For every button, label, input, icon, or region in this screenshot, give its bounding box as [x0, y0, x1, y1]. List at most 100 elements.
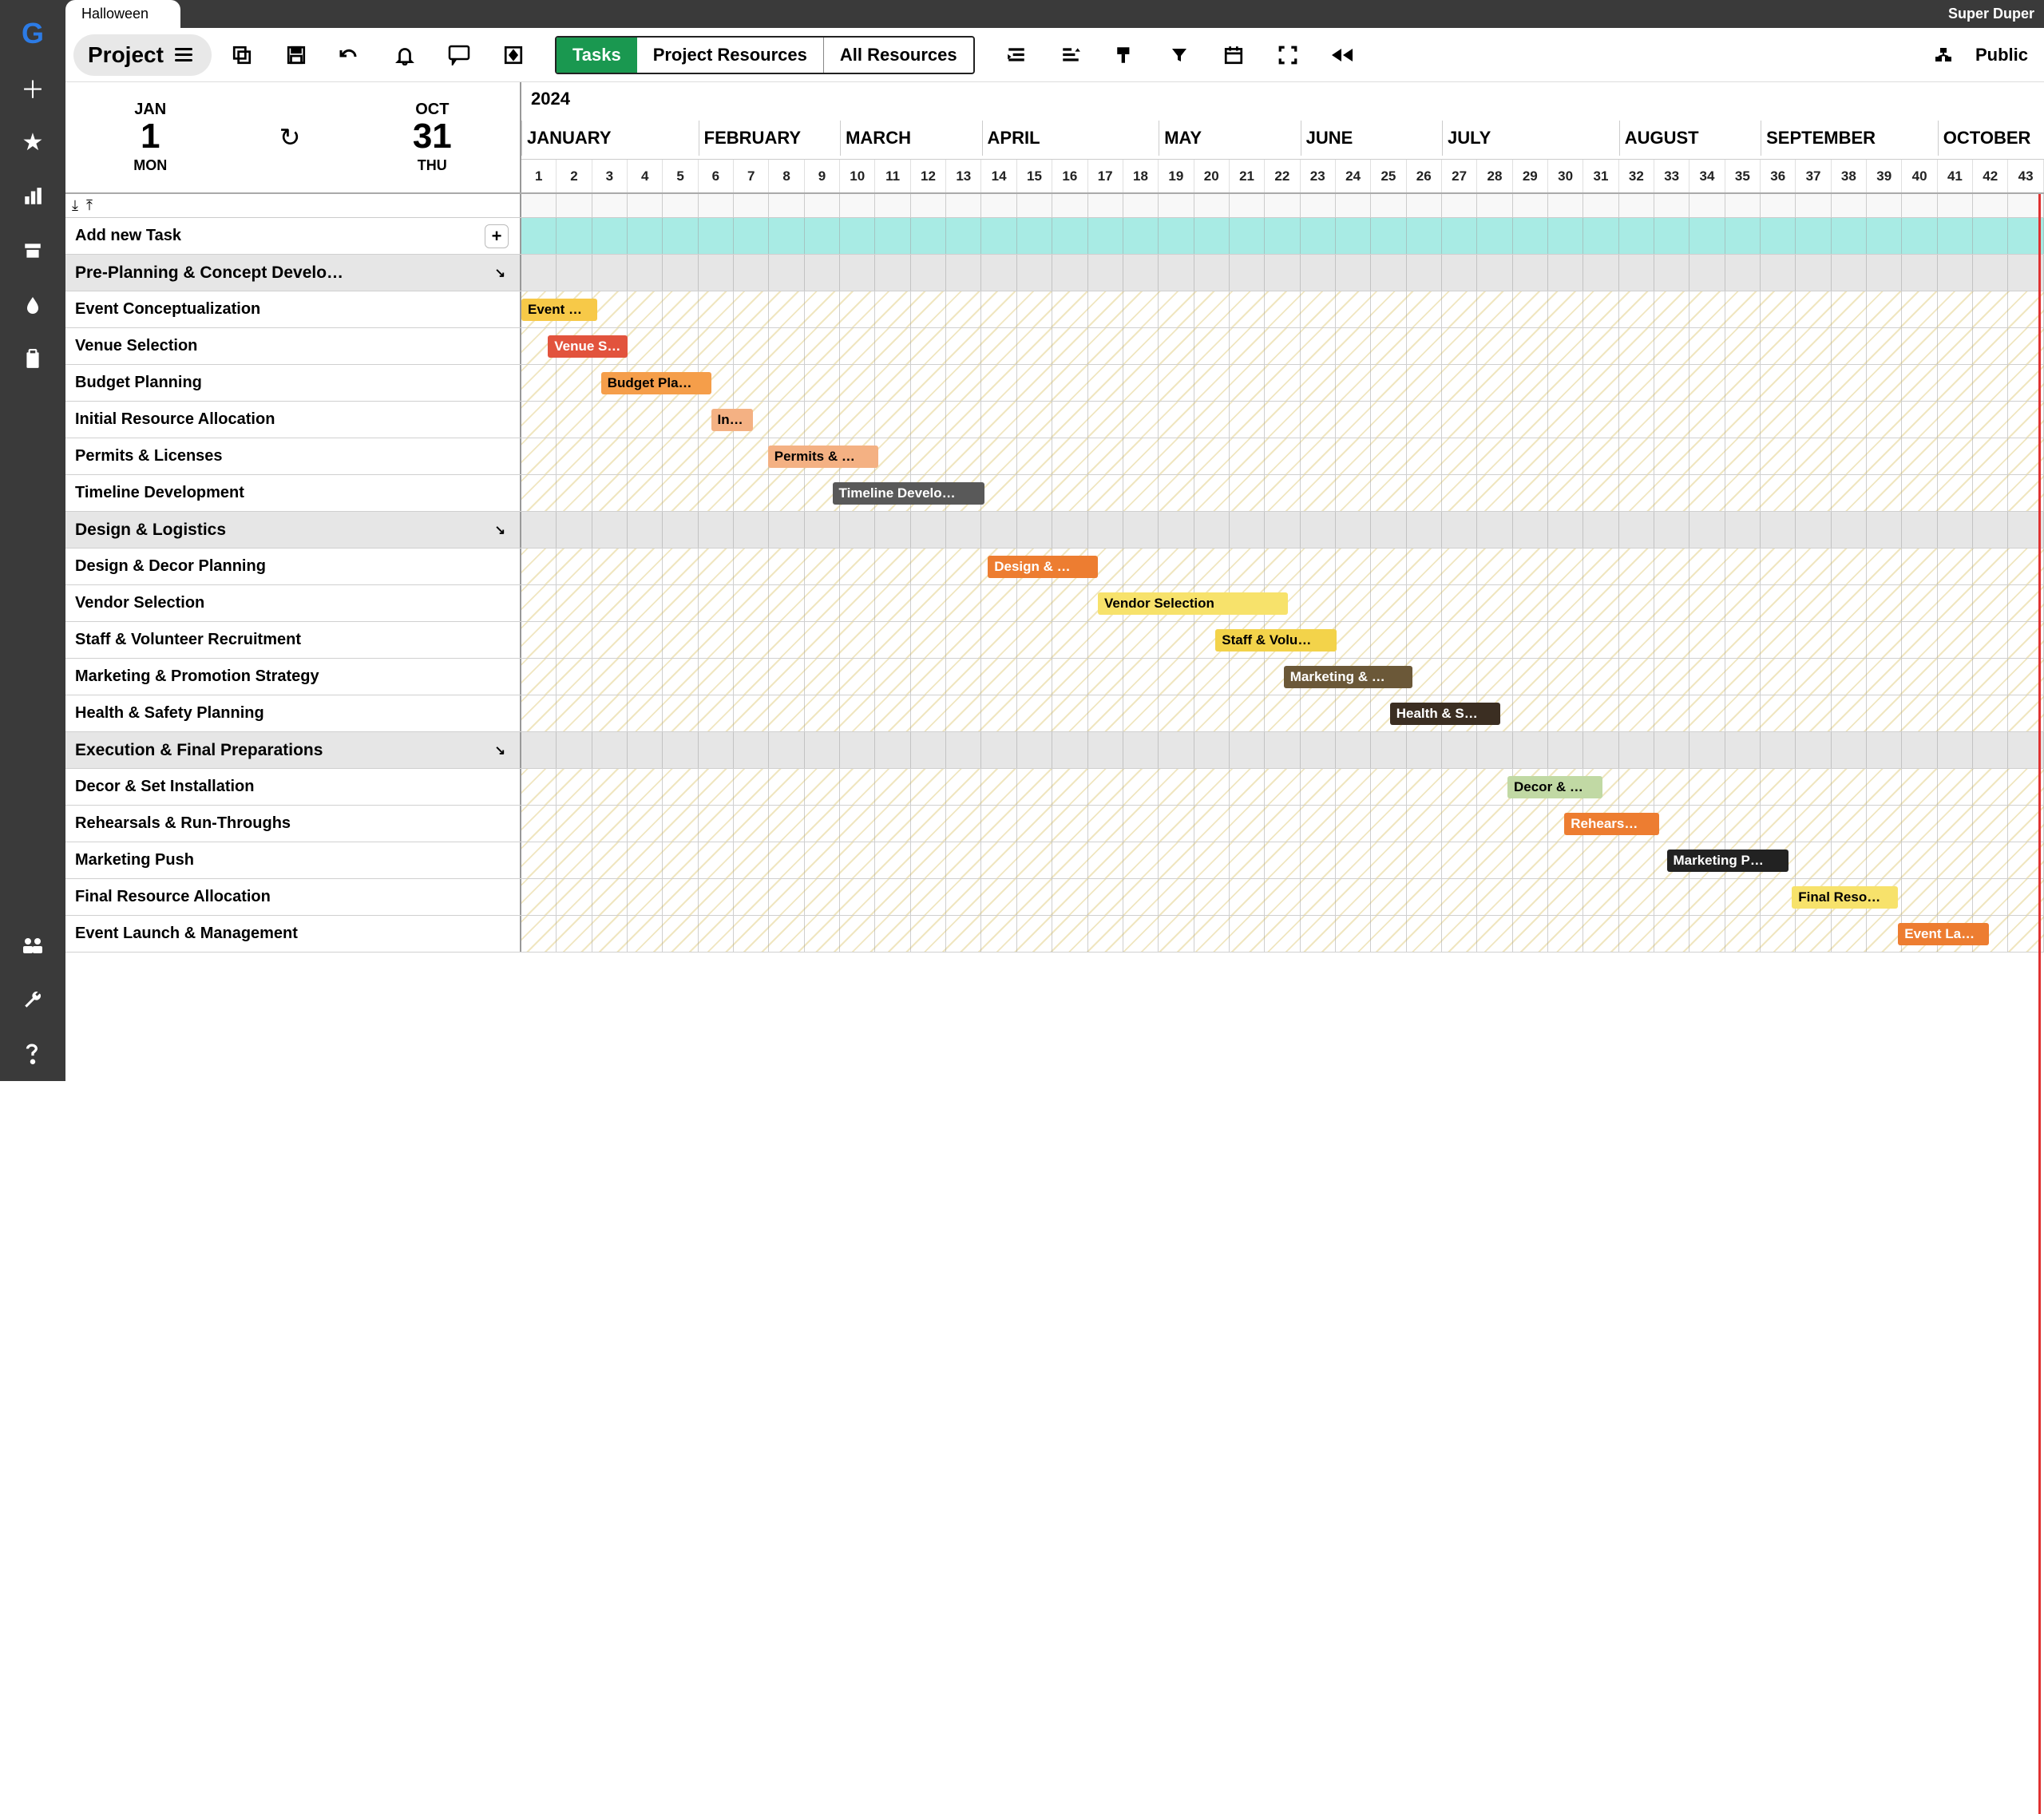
task-label[interactable]: Initial Resource Allocation: [65, 402, 521, 438]
task-bar[interactable]: Vendor Selection: [1098, 592, 1288, 615]
comment-icon[interactable]: [442, 38, 477, 73]
task-bar[interactable]: Health & S…: [1390, 703, 1500, 725]
task-bar[interactable]: Event La…: [1898, 923, 1989, 945]
task-label[interactable]: Design & Decor Planning: [65, 549, 521, 584]
task-bar[interactable]: Marketing P…: [1667, 850, 1788, 872]
rewind-icon[interactable]: [1325, 38, 1360, 73]
task-timeline[interactable]: Permits & …: [521, 438, 2044, 474]
task-label[interactable]: Vendor Selection: [65, 585, 521, 621]
task-timeline[interactable]: Marketing P…: [521, 842, 2044, 878]
task-label[interactable]: Venue Selection: [65, 328, 521, 364]
task-timeline[interactable]: Event La…: [521, 916, 2044, 952]
chart-icon[interactable]: [17, 180, 49, 212]
task-timeline[interactable]: In…: [521, 402, 2044, 438]
add-icon[interactable]: ＋: [17, 72, 49, 104]
task-bar[interactable]: Event …: [521, 299, 597, 321]
task-timeline[interactable]: [521, 512, 2044, 548]
group-label[interactable]: Pre-Planning & Concept Develo…↘: [65, 255, 521, 291]
task-timeline[interactable]: Vendor Selection: [521, 585, 2044, 621]
task-bar[interactable]: Final Reso…: [1792, 886, 1898, 909]
undo-icon[interactable]: [333, 38, 368, 73]
group-label[interactable]: Design & Logistics↘: [65, 512, 521, 548]
task-timeline[interactable]: Marketing & …: [521, 659, 2044, 695]
task-label[interactable]: Marketing Push: [65, 842, 521, 878]
task-bar[interactable]: Budget Pla…: [601, 372, 711, 394]
refresh-icon[interactable]: ↻: [279, 122, 301, 152]
star-icon[interactable]: ★: [17, 126, 49, 158]
timeline-header[interactable]: 2024 JANUARYFEBRUARYMARCHAPRILMAYJUNEJUL…: [521, 82, 2044, 192]
task-bar[interactable]: Staff & Volu…: [1215, 629, 1337, 652]
calendar-icon[interactable]: [1216, 38, 1251, 73]
task-bar[interactable]: Decor & …: [1507, 776, 1602, 798]
collapse-icon[interactable]: ↘: [495, 743, 505, 758]
share-icon[interactable]: [1926, 38, 1961, 73]
task-bar[interactable]: In…: [711, 409, 753, 431]
fullscreen-icon[interactable]: [1270, 38, 1305, 73]
filter-icon[interactable]: [1162, 38, 1197, 73]
task-timeline[interactable]: Design & …: [521, 549, 2044, 584]
task-timeline[interactable]: Final Reso…: [521, 879, 2044, 915]
people-icon[interactable]: [17, 929, 49, 961]
collapse-icon[interactable]: ↘: [495, 522, 505, 538]
task-bar[interactable]: Design & …: [988, 556, 1098, 578]
task-timeline[interactable]: Health & S…: [521, 695, 2044, 731]
tab-tasks[interactable]: Tasks: [557, 38, 637, 73]
account-name[interactable]: Super Duper: [1948, 6, 2034, 22]
public-label[interactable]: Public: [1975, 45, 2028, 65]
task-label[interactable]: Staff & Volunteer Recruitment: [65, 622, 521, 658]
bell-icon[interactable]: [387, 38, 422, 73]
task-timeline[interactable]: Timeline Develo…: [521, 475, 2044, 511]
tab-project-resources[interactable]: Project Resources: [637, 38, 823, 73]
indent-icon[interactable]: [999, 38, 1034, 73]
task-label[interactable]: Budget Planning: [65, 365, 521, 401]
task-label[interactable]: Health & Safety Planning: [65, 695, 521, 731]
task-timeline[interactable]: Staff & Volu…: [521, 622, 2044, 658]
task-label[interactable]: Event Launch & Management: [65, 916, 521, 952]
task-timeline[interactable]: [521, 218, 2044, 254]
wrench-icon[interactable]: [17, 984, 49, 1016]
expand-all-icon[interactable]: ⤓: [72, 197, 78, 214]
task-bar[interactable]: Timeline Develo…: [833, 482, 984, 505]
collapse-all-icon[interactable]: ⤒: [86, 197, 93, 214]
format-icon[interactable]: [1107, 38, 1143, 73]
project-tab[interactable]: Halloween: [65, 0, 180, 28]
task-label[interactable]: Permits & Licenses: [65, 438, 521, 474]
task-label[interactable]: Decor & Set Installation: [65, 769, 521, 805]
task-bar[interactable]: Rehears…: [1564, 813, 1659, 835]
task-timeline[interactable]: Rehears…: [521, 806, 2044, 842]
task-label[interactable]: Rehearsals & Run-Throughs: [65, 806, 521, 842]
project-button[interactable]: Project: [73, 34, 212, 76]
task-bar[interactable]: Marketing & …: [1284, 666, 1413, 688]
end-date[interactable]: OCT 31 THU: [413, 101, 452, 174]
clipboard-icon[interactable]: [17, 343, 49, 375]
task-label[interactable]: Timeline Development: [65, 475, 521, 511]
collapse-icon[interactable]: ↘: [495, 265, 505, 281]
add-task-label[interactable]: Add new Task+: [65, 218, 521, 254]
milestone-icon[interactable]: [496, 38, 531, 73]
drop-icon[interactable]: [17, 289, 49, 321]
month-header: JANUARY: [521, 121, 699, 156]
tab-all-resources[interactable]: All Resources: [824, 38, 973, 73]
task-timeline[interactable]: [521, 255, 2044, 291]
app-logo-icon[interactable]: G: [17, 18, 49, 50]
task-timeline[interactable]: Venue S…: [521, 328, 2044, 364]
task-timeline[interactable]: Decor & …: [521, 769, 2044, 805]
task-label[interactable]: Marketing & Promotion Strategy: [65, 659, 521, 695]
week-header: 6: [699, 160, 734, 192]
task-label[interactable]: Event Conceptualization: [65, 291, 521, 327]
help-icon[interactable]: [17, 1038, 49, 1070]
copy-icon[interactable]: [224, 38, 259, 73]
week-header: 28: [1477, 160, 1512, 192]
group-label[interactable]: Execution & Final Preparations↘: [65, 732, 521, 768]
sort-icon[interactable]: [1053, 38, 1088, 73]
task-timeline[interactable]: [521, 732, 2044, 768]
task-bar[interactable]: Permits & …: [768, 446, 878, 468]
start-date[interactable]: JAN 1 MON: [133, 101, 167, 174]
task-timeline[interactable]: Event …: [521, 291, 2044, 327]
save-icon[interactable]: [279, 38, 314, 73]
archive-icon[interactable]: [17, 235, 49, 267]
task-timeline[interactable]: Budget Pla…: [521, 365, 2044, 401]
add-task-button[interactable]: +: [485, 224, 509, 248]
task-label[interactable]: Final Resource Allocation: [65, 879, 521, 915]
task-bar[interactable]: Venue S…: [548, 335, 628, 358]
